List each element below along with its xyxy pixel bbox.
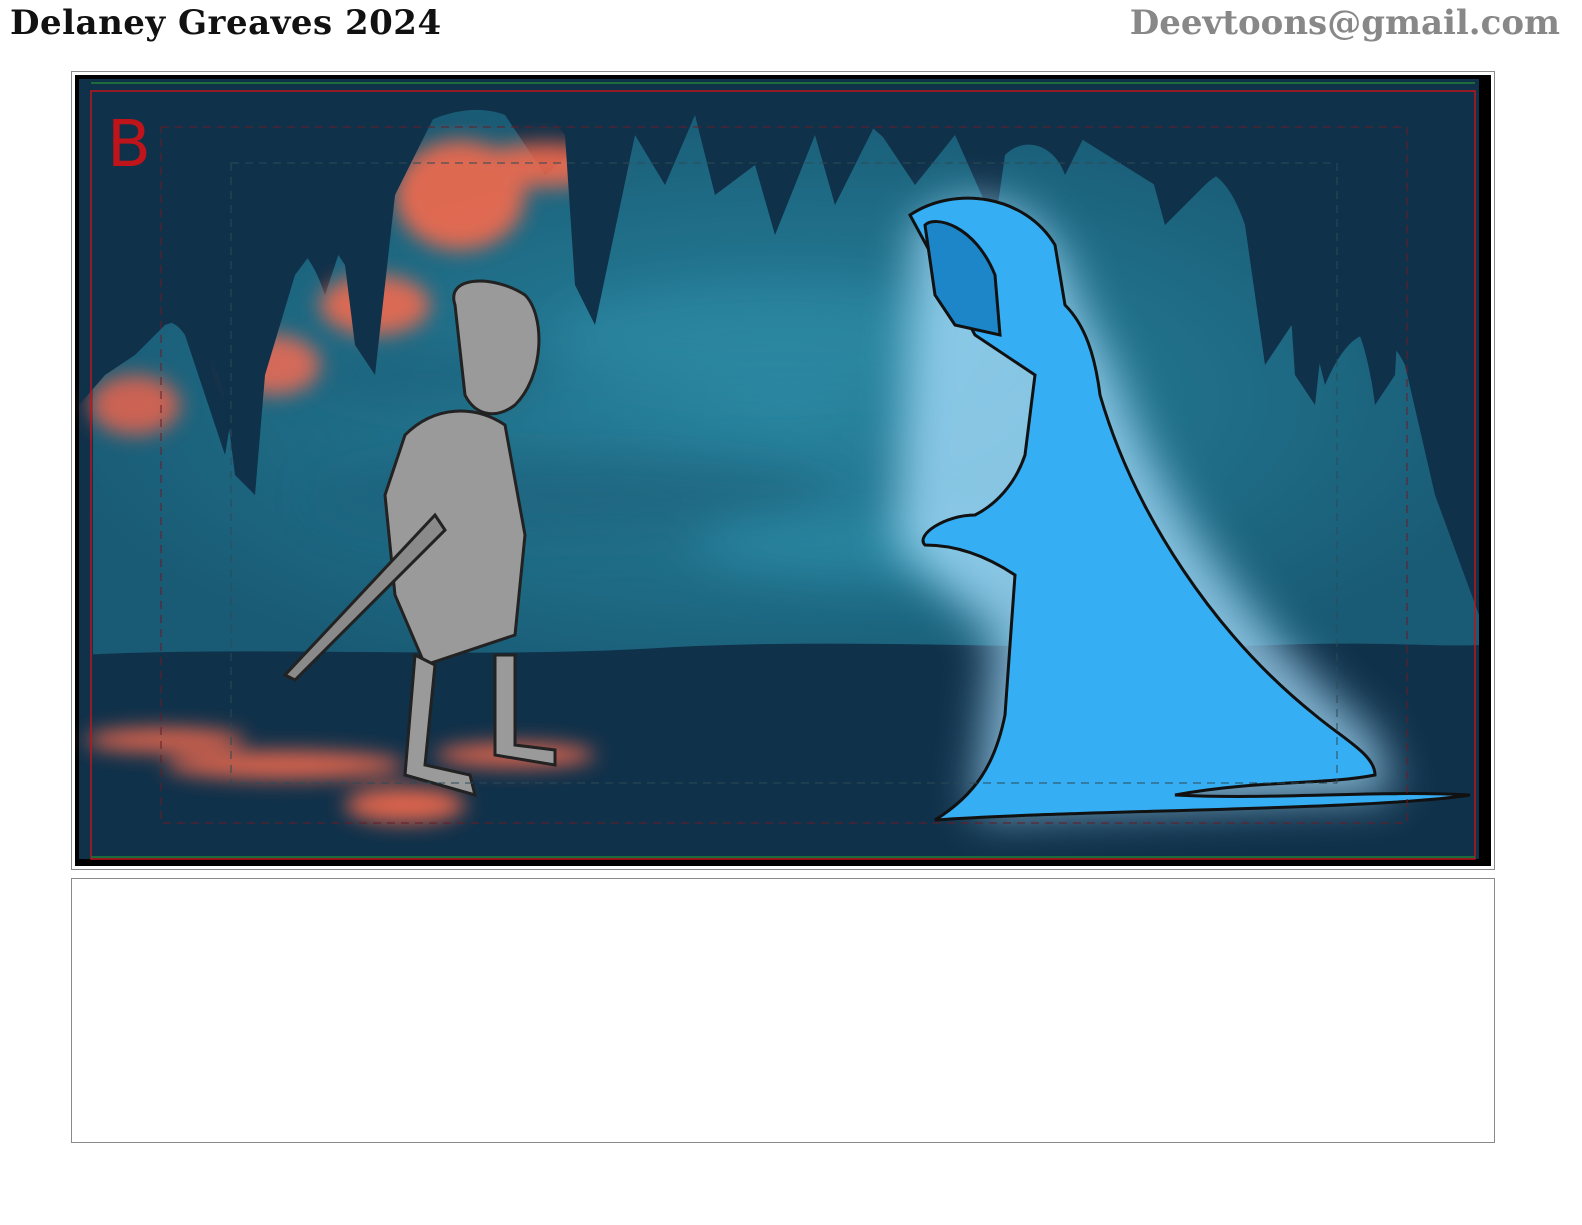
storyboard-panel: B [71,71,1495,870]
notes-box [71,878,1495,1143]
panel-artwork: B [75,75,1491,866]
panel-label: B [107,108,151,182]
cave-scene-illustration [79,79,1479,860]
author-year-header: Delaney Greaves 2024 [10,3,442,43]
email-header: Deevtoons@gmail.com [1129,3,1560,43]
